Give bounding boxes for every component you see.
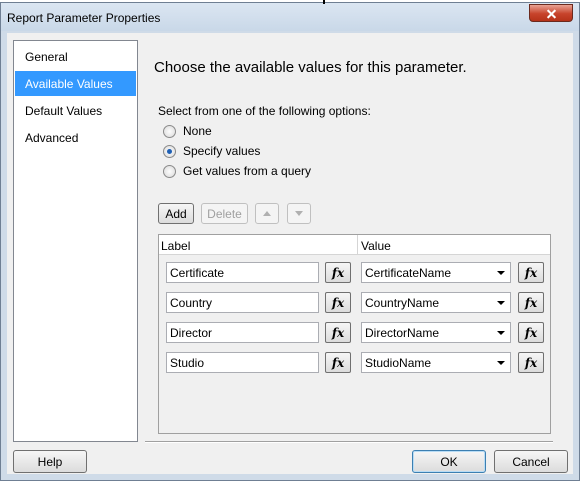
label-fx-button[interactable]: fx (325, 262, 351, 283)
cancel-button[interactable]: Cancel (494, 450, 568, 473)
value-fx-button[interactable]: fx (518, 262, 544, 283)
title-bar: Report Parameter Properties (1, 3, 579, 31)
dialog-window: Report Parameter Properties General Avai… (0, 2, 580, 481)
values-grid: Label Value Certificate fx CertificateNa… (158, 234, 551, 434)
move-down-button[interactable] (287, 203, 311, 224)
top-marker (323, 0, 325, 4)
radio-get-values-query[interactable] (163, 164, 176, 178)
nav-item-default-values[interactable]: Default Values (15, 98, 136, 123)
label-fx-button[interactable]: fx (325, 352, 351, 373)
grid-header: Label Value (159, 235, 550, 255)
radio-specify-values[interactable] (163, 144, 176, 158)
ok-button[interactable]: OK (412, 450, 486, 473)
option-get-values-query-label: Get values from a query (183, 164, 312, 178)
value-combo-text: DirectorName (365, 326, 440, 340)
arrow-down-icon (295, 211, 303, 216)
label-column-header: Label (161, 239, 191, 253)
option-none-label: None (183, 124, 212, 138)
column-separator (357, 235, 358, 255)
chevron-down-icon[interactable] (497, 301, 505, 305)
value-column-header: Value (361, 239, 391, 253)
chevron-down-icon[interactable] (497, 331, 505, 335)
nav-list: General Available Values Default Values … (13, 40, 138, 442)
close-button[interactable] (529, 4, 573, 22)
delete-button[interactable]: Delete (201, 203, 248, 224)
dialog-client-area: General Available Values Default Values … (7, 33, 573, 474)
nav-item-general[interactable]: General (15, 44, 136, 69)
arrow-up-icon (263, 211, 271, 216)
label-cell[interactable]: Certificate (166, 262, 319, 283)
add-button[interactable]: Add (158, 203, 194, 224)
value-combo[interactable]: StudioName (361, 352, 511, 373)
label-cell[interactable]: Director (166, 322, 319, 343)
nav-item-available-values[interactable]: Available Values (15, 71, 136, 96)
radio-none[interactable] (163, 124, 176, 138)
chevron-down-icon[interactable] (497, 361, 505, 365)
move-up-button[interactable] (255, 203, 279, 224)
value-combo[interactable]: DirectorName (361, 322, 511, 343)
page-heading: Choose the available values for this par… (154, 59, 467, 76)
value-combo[interactable]: CountryName (361, 292, 511, 313)
option-specify-values[interactable]: Specify values (163, 144, 260, 158)
value-combo-text: CountryName (365, 296, 440, 310)
window-title: Report Parameter Properties (7, 11, 161, 25)
label-fx-button[interactable]: fx (325, 322, 351, 343)
nav-item-advanced[interactable]: Advanced (15, 125, 136, 150)
value-combo-text: StudioName (365, 356, 432, 370)
options-label: Select from one of the following options… (158, 104, 371, 118)
option-get-values-query[interactable]: Get values from a query (163, 164, 311, 178)
value-combo-text: CertificateName (365, 266, 452, 280)
option-none[interactable]: None (163, 124, 212, 138)
label-cell[interactable]: Studio (166, 352, 319, 373)
help-button[interactable]: Help (13, 450, 87, 473)
footer-divider-highlight (145, 442, 553, 443)
chevron-down-icon[interactable] (497, 271, 505, 275)
label-cell[interactable]: Country (166, 292, 319, 313)
value-combo[interactable]: CertificateName (361, 262, 511, 283)
value-fx-button[interactable]: fx (518, 292, 544, 313)
option-specify-values-label: Specify values (183, 144, 261, 158)
value-fx-button[interactable]: fx (518, 352, 544, 373)
value-fx-button[interactable]: fx (518, 322, 544, 343)
label-fx-button[interactable]: fx (325, 292, 351, 313)
